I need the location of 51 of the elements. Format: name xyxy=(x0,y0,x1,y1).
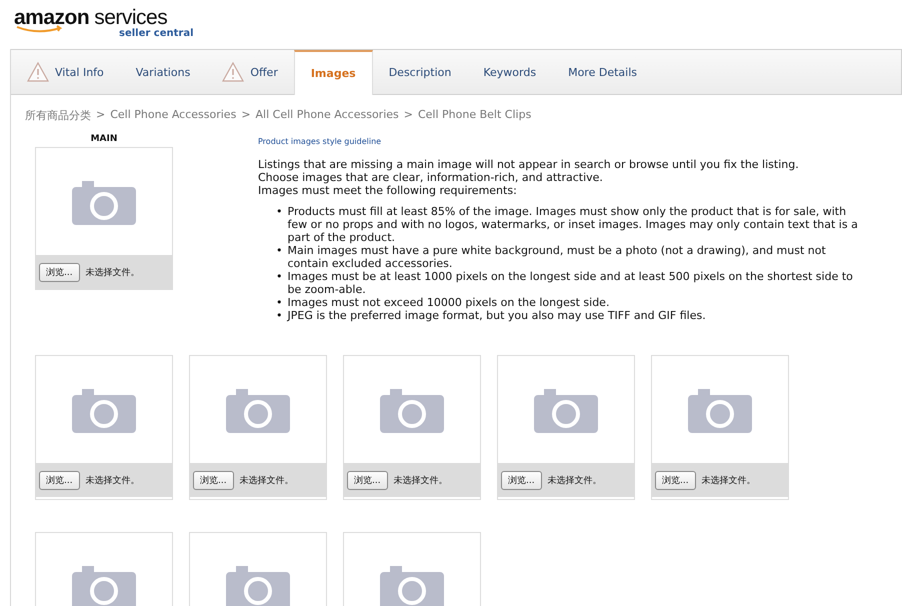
bullet: • xyxy=(276,205,282,220)
breadcrumb-link[interactable]: 所有商品分类 xyxy=(25,108,91,133)
logo-subtitle: seller central xyxy=(119,28,194,40)
slot-title: MAIN xyxy=(90,133,118,145)
intro-text: Listings that are missing a main image will not appear in search or browse until you fix the listing. xyxy=(258,158,800,171)
breadcrumb-separator: > xyxy=(241,108,251,123)
file-status: 未选择文件。 xyxy=(86,266,140,278)
breadcrumb-link[interactable]: Cell Phone Belt Clips xyxy=(418,108,532,133)
intro-text: Choose images that are clear, information-rich, and attractive. xyxy=(258,171,604,184)
breadcrumb-link[interactable]: All Cell Phone Accessories xyxy=(256,108,399,133)
file-status: 未选择文件。 xyxy=(702,474,756,486)
tab[interactable]: More Details xyxy=(552,50,653,94)
logo-product: services xyxy=(94,8,168,28)
requirement-item: Images must not exceed 10000 pixels on the longest side. xyxy=(288,296,610,309)
tab[interactable]: Description xyxy=(372,50,468,94)
browse-button[interactable]: 浏览... xyxy=(39,470,80,490)
requirement-item: Images must be at least 1000 pixels on the longest side and at least 500 pixels on the shortest side to be zoom-able. xyxy=(288,270,854,296)
breadcrumb-link[interactable]: Cell Phone Accessories xyxy=(110,108,236,133)
tab[interactable]: Offer xyxy=(206,50,294,94)
bullet: • xyxy=(276,309,282,322)
intro-text: Images must meet the following requirements: xyxy=(258,184,518,197)
bullet: • xyxy=(276,296,282,309)
requirement-item: Products must fill at least 85% of the image. Images must show only the product that is for sale, with few or no props and with no logos, watermarks, or inset images. Images may only contain text that is a part of the product. xyxy=(288,205,859,244)
camera-icon xyxy=(688,386,752,432)
browse-button[interactable]: 浏览... xyxy=(501,470,542,490)
file-status: 未选择文件。 xyxy=(240,474,294,486)
browse-button[interactable]: 浏览... xyxy=(655,470,696,490)
file-status: 未选择文件。 xyxy=(86,474,140,486)
bullet: • xyxy=(276,244,282,259)
file-status: 未选择文件。 xyxy=(394,474,448,486)
camera-icon xyxy=(72,386,136,432)
camera-icon xyxy=(226,386,290,432)
tab[interactable]: Keywords xyxy=(467,50,552,94)
breadcrumb-separator: > xyxy=(96,108,106,123)
camera-icon xyxy=(72,178,136,224)
requirement-item: JPEG is the preferred image format, but you also may use TIFF and GIF files. xyxy=(288,309,706,322)
camera-icon xyxy=(380,386,444,432)
warning-icon xyxy=(222,62,244,82)
warning-icon xyxy=(27,62,49,82)
file-status: 未选择文件。 xyxy=(548,474,602,486)
guideline-link[interactable]: Product images style guideline xyxy=(258,137,862,146)
browse-button[interactable]: 浏览... xyxy=(193,470,234,490)
breadcrumb-separator: > xyxy=(404,108,413,123)
tab[interactable]: Variations xyxy=(120,50,206,94)
camera-icon xyxy=(534,386,598,432)
requirement-item: Main images must have a pure white background, must be a photo (not a drawing), and must not contain excluded accessories. xyxy=(288,244,827,270)
bullet: • xyxy=(276,270,282,285)
logo-brand: amazon xyxy=(14,8,90,28)
browse-button[interactable]: 浏览... xyxy=(347,470,388,490)
browse-button[interactable]: 浏览... xyxy=(39,262,80,282)
tab[interactable]: Vital Info xyxy=(11,50,120,94)
